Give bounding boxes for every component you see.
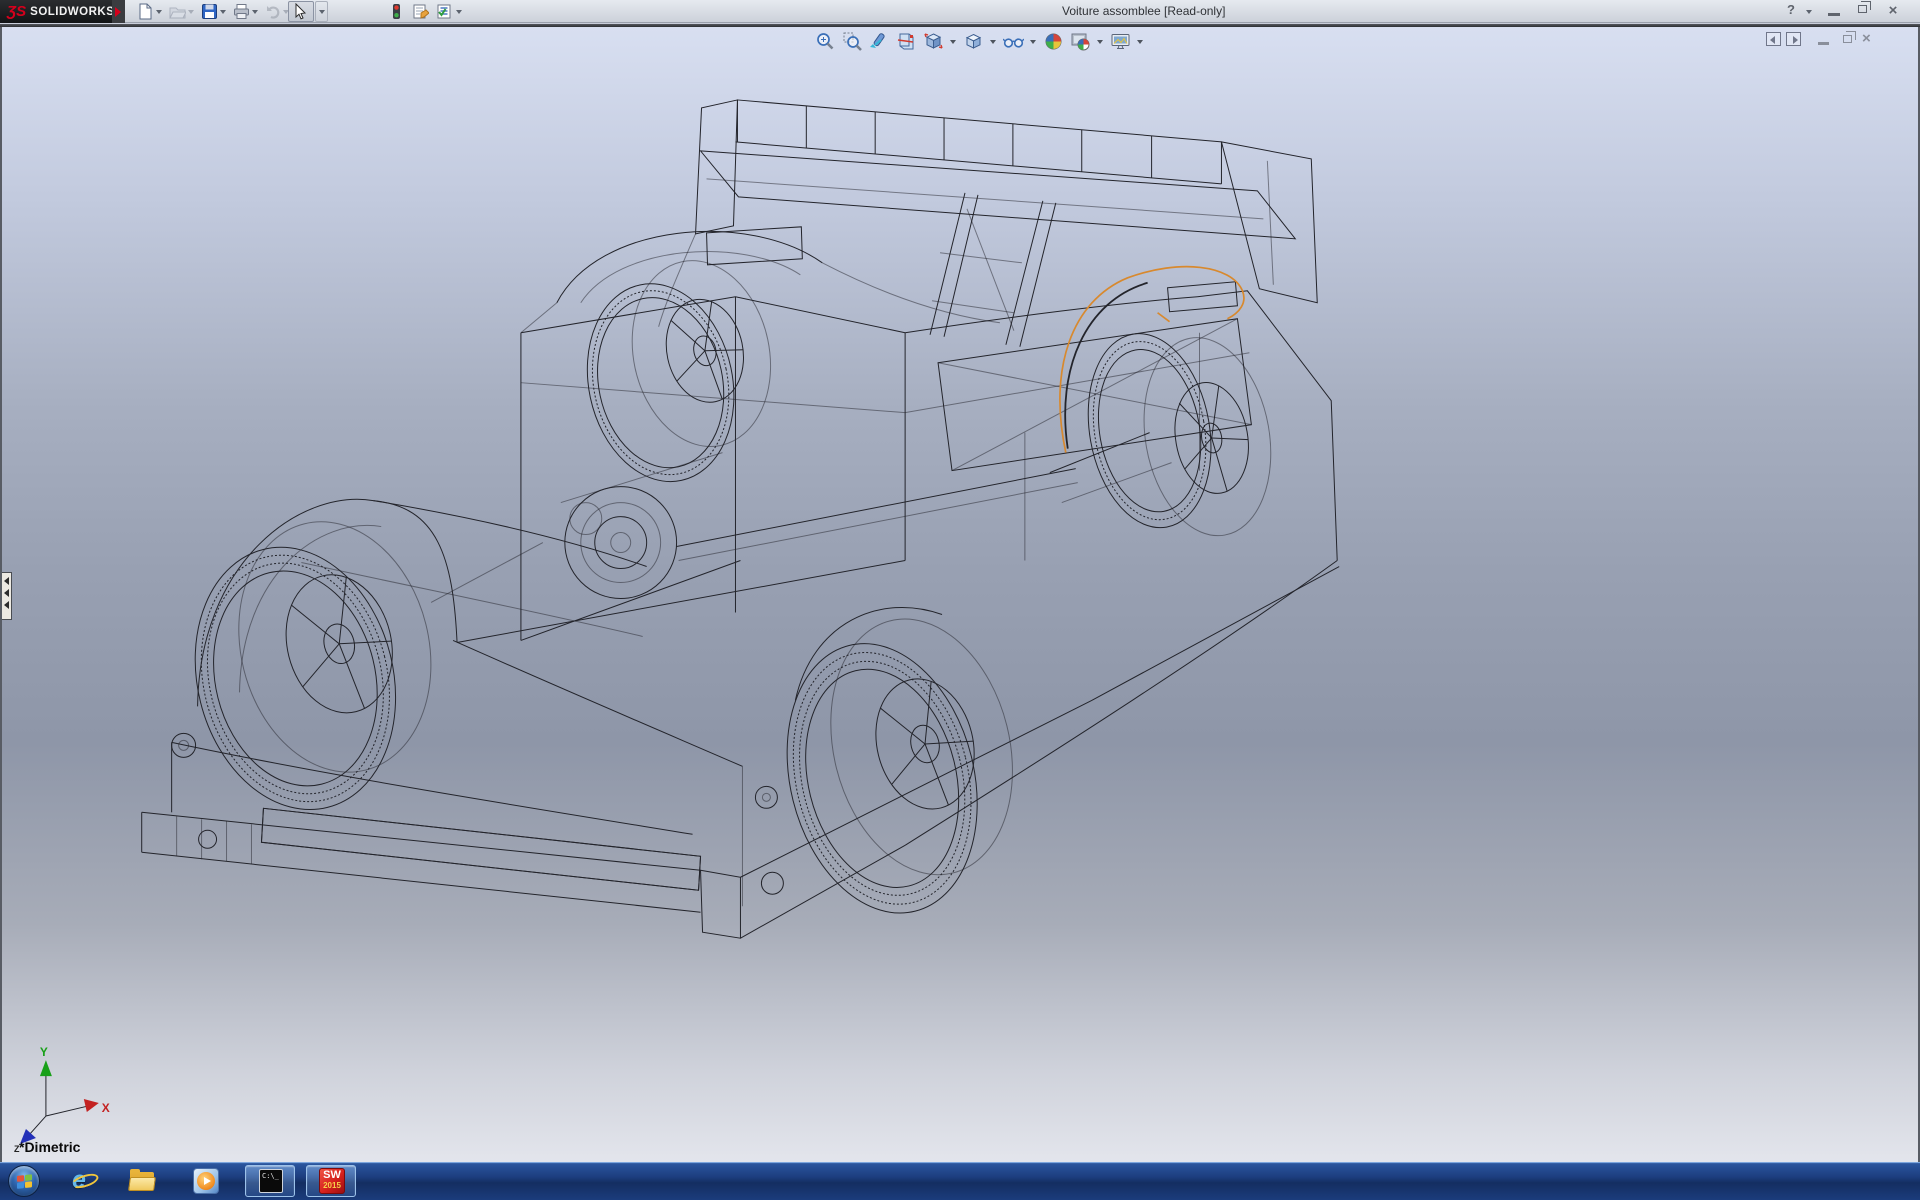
window-title: Voiture assomblee [Read-only] (1062, 4, 1225, 18)
wheel-front-right[interactable] (567, 248, 793, 496)
graphics-viewport[interactable]: × (0, 27, 1920, 1162)
play-icon (204, 1177, 211, 1185)
wireframe-car-model[interactable]: Y X Z (2, 27, 1918, 1162)
save-dropdown[interactable] (220, 10, 226, 14)
options-dropdown[interactable] (456, 10, 462, 14)
menu-flyout-arrow-icon[interactable] (112, 0, 125, 23)
start-button[interactable] (8, 1165, 40, 1197)
solidworks-2015-icon: SW 2015 (318, 1167, 346, 1195)
select-cursor-icon[interactable] (292, 3, 309, 20)
windows-flag-icon (17, 1174, 33, 1190)
rebuild-traffic-light-icon[interactable] (388, 3, 405, 20)
solidworks-logo: ƷS SOLIDWORKS (0, 0, 112, 23)
restore-button[interactable] (1858, 5, 1867, 13)
desktop: ƷS SOLIDWORKS Voiture assomblee [Read-on… (0, 0, 1920, 1200)
solidworks-logo-mark-icon: ƷS (7, 3, 26, 20)
undo-icon[interactable] (265, 3, 282, 20)
new-document-icon[interactable] (137, 3, 154, 20)
command-prompt-icon: C:\_ (257, 1167, 285, 1195)
reference-triad: Y X Z (14, 1045, 110, 1154)
file-properties-icon[interactable] (412, 3, 429, 20)
taskbar: e C:\_ SW 2015 (0, 1162, 1920, 1200)
solidworks-2015-button[interactable]: SW 2015 (306, 1165, 356, 1197)
print-dropdown[interactable] (252, 10, 258, 14)
windows-explorer-button[interactable] (128, 1167, 156, 1195)
wheel-rear-left[interactable] (757, 600, 1045, 934)
open-dropdown[interactable] (188, 10, 194, 14)
media-player-button[interactable] (192, 1167, 220, 1195)
help-dropdown[interactable] (1806, 10, 1812, 14)
wheel-front-left[interactable] (165, 501, 463, 831)
new-document-dropdown[interactable] (156, 10, 162, 14)
triad-x-label: X (102, 1101, 110, 1115)
open-icon[interactable] (169, 3, 186, 20)
close-button[interactable]: × (1882, 2, 1904, 19)
options-icon[interactable] (436, 3, 453, 20)
help-button[interactable]: ? (1780, 2, 1802, 17)
minimize-button[interactable] (1828, 13, 1840, 16)
view-orientation-label: *Dimetric (19, 1139, 80, 1155)
solidworks-logo-text: SOLIDWORKS (30, 6, 114, 18)
command-prompt-button[interactable]: C:\_ (245, 1165, 295, 1197)
titlebar: ƷS SOLIDWORKS Voiture assomblee [Read-on… (0, 0, 1920, 23)
select-tool-dropdown[interactable] (315, 1, 328, 22)
internet-explorer-button[interactable]: e (72, 1167, 100, 1195)
save-icon[interactable] (201, 3, 218, 20)
triad-y-label: Y (40, 1045, 48, 1059)
print-icon[interactable] (233, 3, 250, 20)
